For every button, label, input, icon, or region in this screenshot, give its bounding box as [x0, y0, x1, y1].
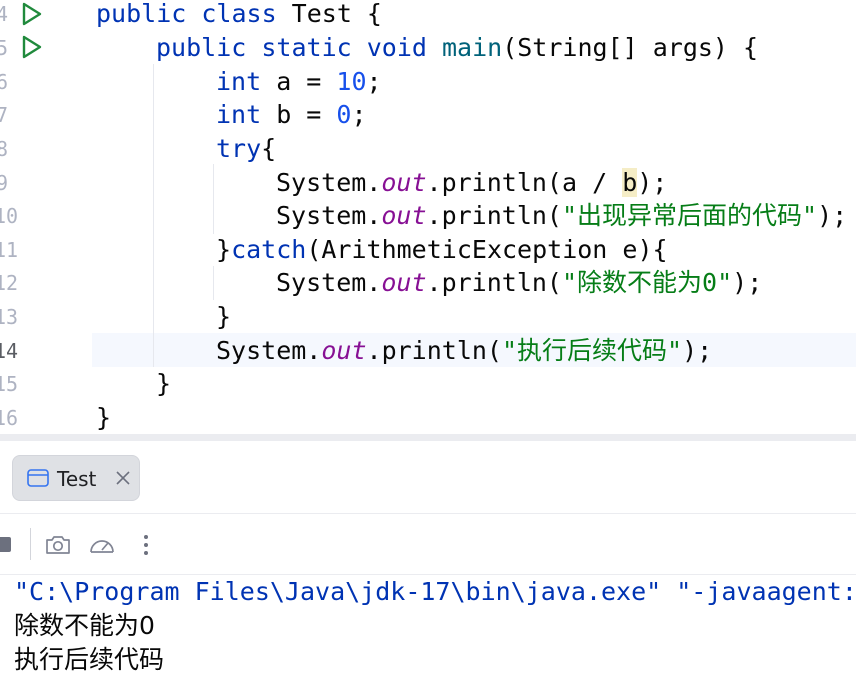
code-text: System. [276, 201, 382, 230]
code-line: }catch(ArithmeticException e){ [0, 233, 856, 267]
code-text: } [156, 369, 172, 398]
static-field: out [321, 336, 367, 365]
code-text: ); [817, 201, 848, 230]
run-tab-bar: Test [0, 441, 856, 514]
string-literal: "出现异常后面的代码" [561, 201, 818, 230]
code-text: ); [732, 268, 763, 297]
code-text: .println( [366, 336, 502, 365]
keyword: try [216, 134, 262, 163]
code-line: public class Test { [0, 0, 856, 31]
code-text: ; [366, 67, 382, 96]
panel-splitter[interactable] [0, 434, 856, 441]
code-text: ); [637, 168, 668, 197]
console-output[interactable]: "C:\Program Files\Java\jdk-17\bin\java.e… [0, 575, 856, 679]
code-text: .println(a / [426, 168, 623, 197]
number-literal: 10 [336, 67, 367, 96]
number-literal: 0 [336, 100, 352, 129]
string-literal: "执行后续代码" [501, 336, 683, 365]
code-text: .println( [426, 201, 562, 230]
code-text: (String[] args) { [502, 33, 759, 62]
window-icon [27, 469, 49, 487]
keyword: public static void [156, 33, 442, 62]
code-text: System. [276, 168, 382, 197]
console-command-line: "C:\Program Files\Java\jdk-17\bin\java.e… [14, 577, 856, 606]
toolbar-separator [30, 528, 31, 560]
code-line: System.out.println("执行后续代码"); [0, 334, 856, 368]
gauge-icon[interactable] [87, 530, 117, 560]
console-output-line: 执行后续代码 [14, 643, 164, 677]
keyword: int [216, 67, 262, 96]
stop-icon[interactable] [0, 537, 11, 552]
static-field: out [381, 268, 427, 297]
code-line: try{ [0, 132, 856, 166]
more-vertical-icon[interactable] [131, 530, 161, 560]
code-line: public static void main(String[] args) { [0, 31, 856, 65]
string-literal: "除数不能为0" [561, 268, 733, 297]
close-icon[interactable] [113, 468, 133, 488]
code-text: } [216, 302, 232, 331]
code-text: ; [351, 100, 367, 129]
code-text: System. [276, 268, 382, 297]
keyword: catch [231, 235, 307, 264]
keyword: public class [96, 0, 277, 28]
code-text: Test { [276, 0, 382, 28]
ide-window: 4 5 6 7 8 9 10 11 12 13 14 15 16 public … [0, 0, 856, 679]
code-editor[interactable]: 4 5 6 7 8 9 10 11 12 13 14 15 16 public … [0, 0, 856, 434]
console-output-text: 除数不能为0 [14, 611, 155, 640]
code-text: a = [261, 67, 337, 96]
code-text: { [261, 134, 277, 163]
console-output-text: 执行后续代码 [14, 645, 165, 674]
code-text: (ArithmeticException e){ [306, 235, 668, 264]
run-toolbar [0, 514, 856, 575]
code-text: .println( [426, 268, 562, 297]
run-tab-label: Test [57, 467, 97, 491]
usage-highlight: b [622, 168, 638, 197]
console-output-line: 除数不能为0 [14, 609, 155, 643]
code-text: System. [216, 336, 322, 365]
code-line: } [0, 300, 856, 334]
code-text: } [96, 403, 112, 432]
code-text: ); [682, 336, 713, 365]
code-line: } [0, 401, 856, 434]
code-line: System.out.println("除数不能为0"); [0, 266, 856, 300]
code-line: int a = 10; [0, 65, 856, 99]
method-name: main [441, 33, 503, 62]
run-tab-test[interactable]: Test [12, 455, 140, 501]
code-text: } [216, 235, 232, 264]
static-field: out [381, 201, 427, 230]
keyword: int [216, 100, 262, 129]
camera-icon[interactable] [43, 530, 73, 560]
code-line: } [0, 367, 856, 401]
code-line: System.out.println(a / b); [0, 166, 856, 200]
code-line: int b = 0; [0, 98, 856, 132]
static-field: out [381, 168, 427, 197]
code-text: b = [261, 100, 337, 129]
code-line: System.out.println("出现异常后面的代码"); [0, 199, 856, 233]
